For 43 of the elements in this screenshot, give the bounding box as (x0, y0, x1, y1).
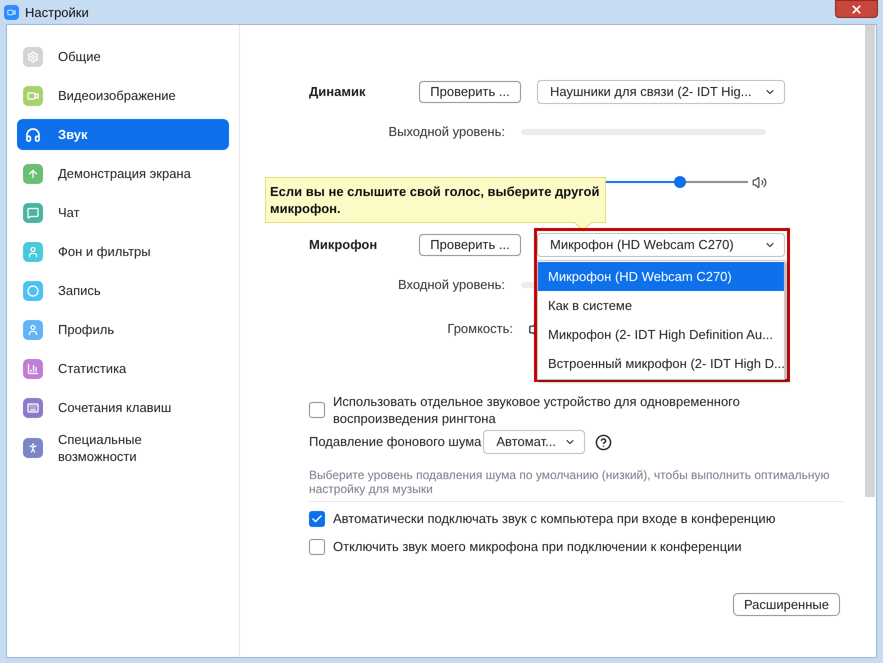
scrollbar-thumb[interactable] (865, 25, 875, 497)
help-icon[interactable] (595, 434, 612, 450)
sidebar-item[interactable]: Специальные возможности (17, 431, 229, 465)
close-icon (850, 2, 863, 16)
sidebar-item[interactable]: Профиль (17, 314, 229, 345)
checkbox[interactable] (309, 511, 325, 527)
checkbox-label: Отключить звук моего микрофона при подключении к конференции (333, 538, 742, 556)
dropdown-option[interactable]: Встроенный микрофон (2- IDT High D... (538, 349, 784, 378)
test-microphone-button[interactable]: Проверить ... (419, 234, 521, 256)
window-title: Настройки (25, 4, 89, 22)
checkbox[interactable] (309, 402, 325, 418)
microphone-label: Микрофон (309, 236, 378, 254)
speaker-loud-icon (752, 174, 767, 190)
sidebar-item[interactable]: Видеоизображение (17, 80, 229, 111)
noise-suppression-label: Подавление фонового шума (309, 433, 482, 452)
sidebar-item[interactable]: Статистика (17, 353, 229, 384)
window-close-button[interactable] (835, 0, 878, 18)
device-select[interactable]: Автомат... (483, 430, 586, 454)
sidebar-item[interactable]: Чат (17, 197, 229, 228)
checkbox-label: Использовать отдельное звуковое устройство для одновременного воспроизведения рингтона (333, 393, 741, 427)
checkbox[interactable] (309, 539, 325, 555)
slider-thumb[interactable] (674, 176, 686, 188)
speaker-label: Динамик (309, 83, 366, 102)
sidebar-item[interactable]: Общие (17, 41, 229, 72)
checkbox-label: Автоматически подключать звук с компьютера при входе в конференцию (333, 510, 776, 528)
dropdown-option[interactable]: Микрофон (HD Webcam C270) (538, 262, 784, 291)
check-icon (311, 513, 323, 525)
sidebar-item[interactable]: Звук (17, 119, 229, 150)
sidebar-item[interactable]: Демонстрация экрана (17, 158, 229, 189)
input-level-label: Входной уровень: (396, 276, 505, 294)
dropdown-option[interactable]: Микрофон (2- IDT High Definition Au... (538, 320, 784, 349)
hint-text: Выберите уровень подавления шума по умолчанию (низкий), чтобы выполнить оптимальную настройку для музыки (309, 468, 831, 496)
test-speaker-button[interactable]: Проверить ... (419, 81, 521, 103)
sidebar-item[interactable]: Фон и фильтры (17, 236, 229, 267)
advanced-button[interactable]: Расширенные (732, 593, 840, 616)
app-icon (4, 5, 19, 20)
device-select[interactable]: Наушники для связи (2- IDT Hig... (537, 80, 785, 104)
output-level-label: Выходной уровень: (387, 123, 505, 142)
sidebar-item[interactable]: Запись (17, 275, 229, 306)
device-select[interactable]: Микрофон (HD Webcam C270) (537, 233, 785, 257)
dropdown-option[interactable]: Как в системе (538, 291, 784, 320)
volume-label: Громкость: (446, 320, 513, 338)
sidebar-item[interactable]: Сочетания клавиш (17, 392, 229, 423)
